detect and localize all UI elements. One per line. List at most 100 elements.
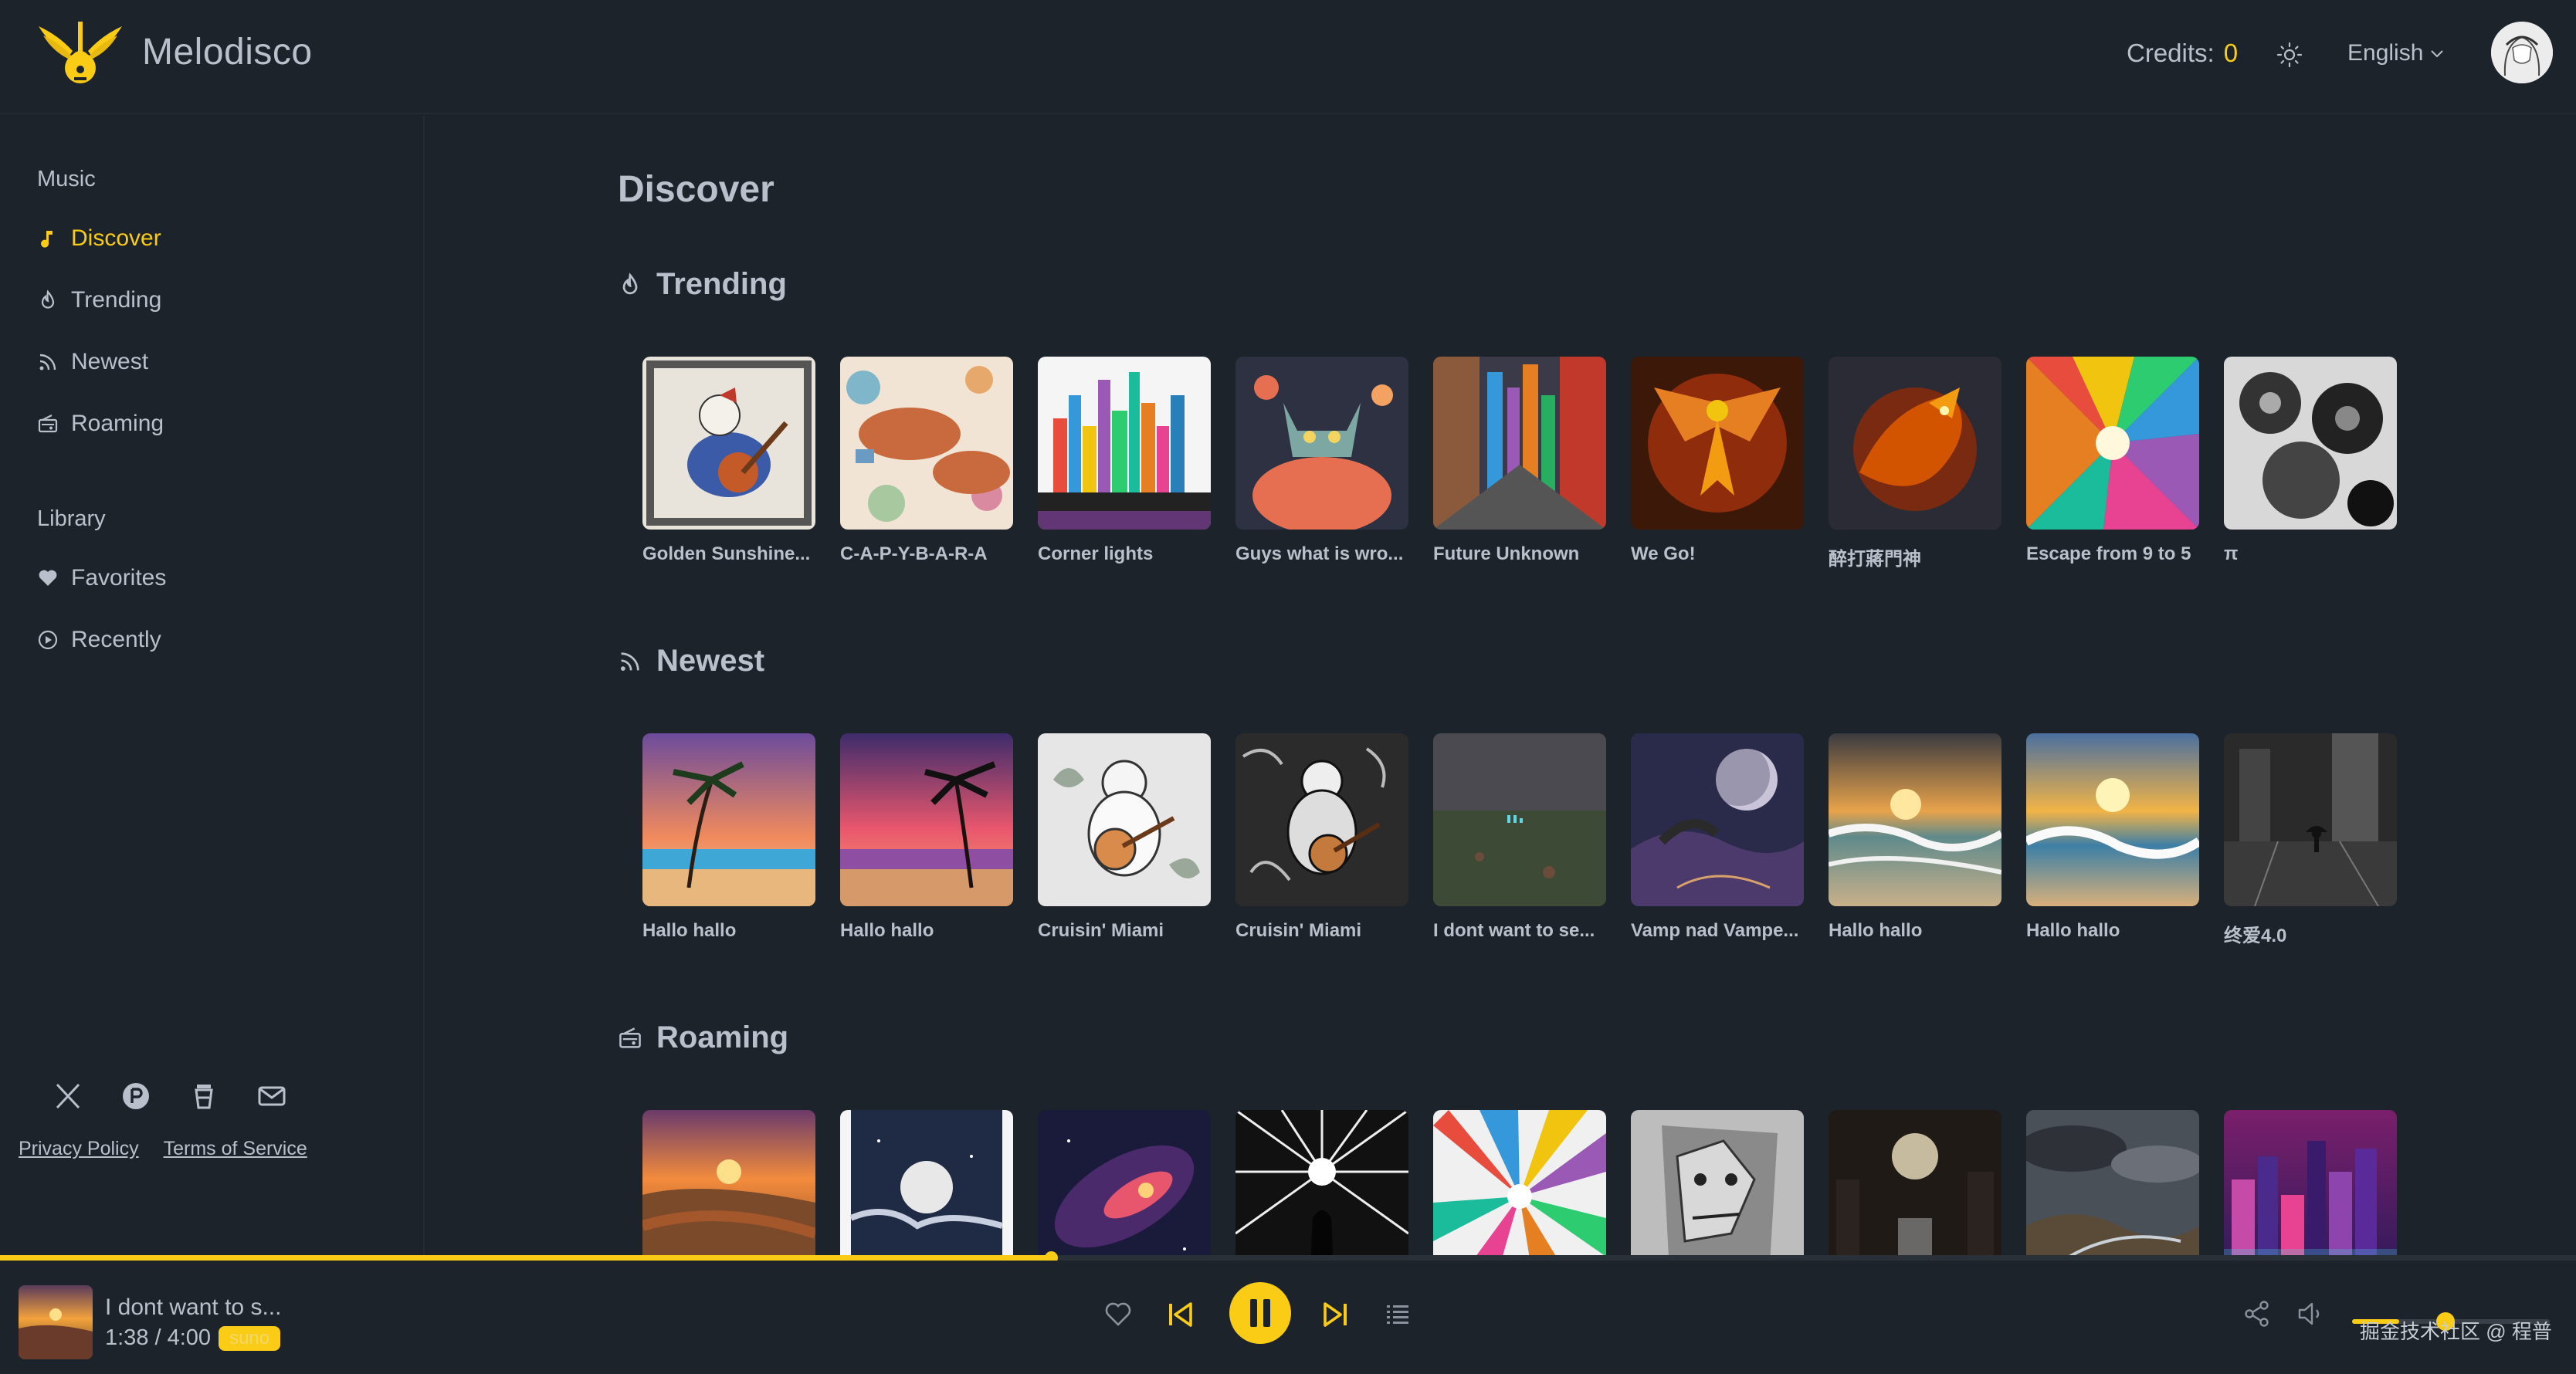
song-card[interactable]: Golden Sunshine... [642,357,815,570]
song-title[interactable]: Corner lights [1038,543,1211,565]
song-cover[interactable] [1433,357,1606,530]
song-card[interactable] [1235,1110,1408,1258]
song-title[interactable]: Future Unknown [1433,543,1606,565]
avatar[interactable] [2491,22,2553,83]
song-cover[interactable] [1235,357,1408,530]
song-title[interactable]: Cruisin' Miami [1038,920,1211,942]
song-card[interactable]: Guys what is wro... [1235,357,1408,570]
song-cover[interactable] [2224,357,2397,530]
share-button[interactable] [2242,1299,2272,1328]
terms-link[interactable]: Terms of Service [164,1138,307,1160]
song-cover[interactable] [1829,1110,2001,1258]
product-hunt-icon[interactable] [120,1081,151,1112]
sun-icon[interactable] [2276,42,2303,68]
song-title[interactable]: 终爱4.0 [2224,920,2397,947]
song-card[interactable] [1631,1110,1804,1258]
song-title[interactable]: Escape from 9 to 5 [2026,543,2199,565]
song-title[interactable]: Cruisin' Miami [1235,920,1408,942]
song-card[interactable]: Cruisin' Miami [1038,733,1211,947]
song-title[interactable]: Hallo hallo [642,920,815,942]
now-playing-title[interactable]: I dont want to s... [105,1294,281,1321]
brand-name[interactable]: Melodisco [142,31,313,73]
song-card[interactable]: Future Unknown [1433,357,1606,570]
privacy-policy-link[interactable]: Privacy Policy [19,1138,139,1160]
song-cover[interactable] [1631,1110,1804,1258]
song-title[interactable]: I dont want to se... [1433,920,1606,942]
song-cover[interactable] [1433,733,1606,906]
song-card[interactable]: Corner lights [1038,357,1211,570]
song-card[interactable] [642,1110,815,1258]
song-cover[interactable] [642,1110,815,1258]
song-card[interactable]: Cruisin' Miami [1235,733,1408,947]
sidebar-item-favorites[interactable]: Favorites [37,559,166,597]
cup-icon[interactable] [188,1081,219,1112]
song-cover[interactable] [2224,1110,2397,1258]
now-playing-cover[interactable] [19,1285,93,1359]
song-card[interactable]: 醉打蔣門神 [1829,357,2001,570]
sidebar-item-roaming[interactable]: Roaming [37,404,164,443]
playlist-button[interactable] [1384,1301,1412,1328]
song-card[interactable]: I dont want to se... [1433,733,1606,947]
song-cover[interactable] [1631,733,1804,906]
song-card[interactable]: Hallo hallo [840,733,1013,947]
song-card[interactable]: C-A-P-Y-B-A-R-A [840,357,1013,570]
song-title[interactable]: Vamp nad Vampe... [1631,920,1804,942]
song-title[interactable]: Hallo hallo [2026,920,2199,942]
next-button[interactable] [1320,1299,1351,1330]
song-cover[interactable] [2026,733,2199,906]
song-title[interactable]: Guys what is wro... [1235,543,1408,565]
song-cover[interactable] [840,357,1013,530]
previous-button[interactable] [1164,1299,1195,1330]
sidebar-item-discover[interactable]: Discover [37,219,161,258]
song-card[interactable]: Hallo hallo [1829,733,2001,947]
song-card[interactable]: Escape from 9 to 5 [2026,357,2199,570]
song-cover[interactable] [642,733,815,906]
song-cover[interactable] [1829,357,2001,530]
favorite-button[interactable] [1103,1299,1134,1330]
song-cover[interactable] [1829,733,2001,906]
song-cover[interactable] [1038,733,1211,906]
song-card[interactable]: Vamp nad Vampe... [1631,733,1804,947]
song-card[interactable] [840,1110,1013,1258]
x-twitter-icon[interactable] [53,1081,83,1112]
newest-section-title[interactable]: Newest [618,644,764,679]
song-card[interactable] [1038,1110,1211,1258]
mail-icon[interactable] [256,1081,287,1112]
pause-button[interactable] [1229,1282,1291,1344]
song-cover[interactable] [2224,733,2397,906]
song-card[interactable]: We Go! [1631,357,1804,570]
song-card[interactable] [1829,1110,2001,1258]
trending-section-title[interactable]: Trending [618,267,787,302]
song-cover[interactable] [1038,1110,1211,1258]
playback-progress-bar[interactable] [0,1251,2576,1264]
song-card[interactable]: π [2224,357,2397,570]
song-title[interactable]: We Go! [1631,543,1804,565]
song-cover[interactable] [840,733,1013,906]
song-cover[interactable] [642,357,815,530]
song-title[interactable]: Golden Sunshine... [642,543,815,565]
language-select[interactable]: English [2347,40,2445,66]
song-title[interactable]: Hallo hallo [1829,920,2001,942]
song-title[interactable]: π [2224,543,2397,565]
song-cover[interactable] [1235,1110,1408,1258]
song-cover[interactable] [1235,733,1408,906]
song-card[interactable] [2026,1110,2199,1258]
song-cover[interactable] [2026,1110,2199,1258]
song-title[interactable]: 醉打蔣門神 [1829,543,2001,570]
sidebar-item-newest[interactable]: Newest [37,343,148,381]
logo-icon[interactable] [36,20,125,88]
song-cover[interactable] [1038,357,1211,530]
song-cover[interactable] [840,1110,1013,1258]
song-card[interactable]: 终爱4.0 [2224,733,2397,947]
sidebar-item-recently[interactable]: Recently [37,621,161,659]
sidebar-item-trending[interactable]: Trending [37,281,161,320]
roaming-section-title[interactable]: Roaming [618,1020,788,1055]
song-cover[interactable] [1433,1110,1606,1258]
volume-button[interactable] [2296,1299,2326,1328]
song-card[interactable] [1433,1110,1606,1258]
song-title[interactable]: Hallo hallo [840,920,1013,942]
song-cover[interactable] [1631,357,1804,530]
song-card[interactable]: Hallo hallo [642,733,815,947]
song-title[interactable]: C-A-P-Y-B-A-R-A [840,543,1013,565]
song-card[interactable]: Hallo hallo [2026,733,2199,947]
